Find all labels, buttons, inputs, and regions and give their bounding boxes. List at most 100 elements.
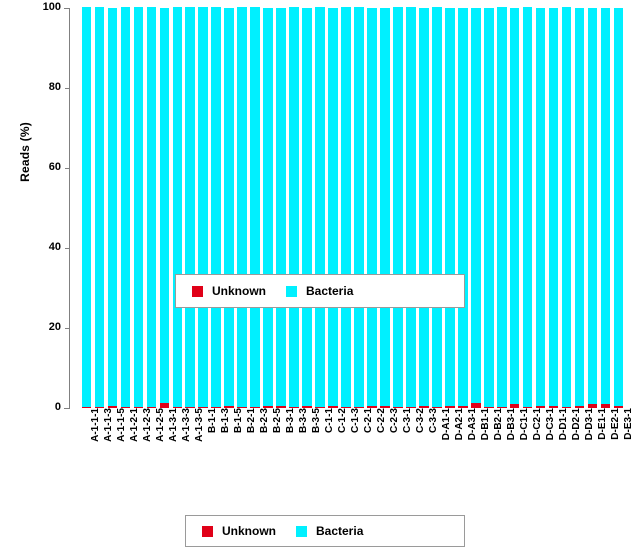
bar-segment-bacteria xyxy=(94,7,105,407)
y-axis-tick-mark xyxy=(65,407,70,409)
bar-segment-bacteria xyxy=(185,7,196,407)
bar-segment-bacteria xyxy=(587,8,598,404)
bar-column xyxy=(341,7,351,408)
bar-column xyxy=(94,7,105,408)
legend-swatch-bacteria xyxy=(286,285,297,297)
bar-column xyxy=(354,7,364,408)
x-axis-label: B-3-3 xyxy=(298,408,310,434)
legend-bottom: Unknown Bacteria xyxy=(185,515,465,547)
bar-segment-bacteria xyxy=(172,7,183,407)
legend-bottom-entry: Bacteria xyxy=(296,524,363,538)
x-axis-label: C-3-3 xyxy=(427,408,439,434)
x-axis-label: D-A3-1 xyxy=(466,408,478,441)
bar-segment-bacteria xyxy=(445,8,455,406)
x-axis-label: D-C3-1 xyxy=(544,408,556,441)
x-axis-label: B-1-1 xyxy=(207,408,219,434)
bar-column xyxy=(406,7,416,408)
bar-column xyxy=(237,7,247,408)
x-axis-labels: A-1-1-1 A-1-1-3 A-1-1-5 A-1-2-1 A-1-2-3 A-1-2… xyxy=(80,408,633,480)
x-axis-label: C-2-2 xyxy=(375,408,387,434)
bar-segment-bacteria xyxy=(561,7,572,407)
y-axis-tick-label: 80 xyxy=(48,81,61,93)
legend-inner-entry: Bacteria xyxy=(286,284,353,298)
bar-segment-bacteria xyxy=(341,7,351,407)
bar-segment-bacteria xyxy=(509,8,520,405)
bar-segment-bacteria xyxy=(224,8,235,406)
bar-segment-bacteria xyxy=(263,8,273,406)
x-axis-label: C-3-1 xyxy=(401,408,413,434)
bar-column xyxy=(198,7,209,408)
x-axis-label: B-3-1 xyxy=(285,408,297,434)
bar-column xyxy=(367,8,377,408)
y-axis-tick-label: 0 xyxy=(54,401,61,413)
bar-column xyxy=(276,8,286,408)
x-axis-label: D-A1-1 xyxy=(440,408,452,441)
bar-column xyxy=(535,8,546,408)
bar-column xyxy=(133,7,144,408)
x-axis-label: A-1-2-3 xyxy=(142,408,154,442)
bar-column xyxy=(470,8,481,408)
x-axis-label: D-C1-1 xyxy=(518,408,530,441)
bar-column xyxy=(419,8,429,408)
bar-column xyxy=(289,7,299,408)
x-axis-label: D-C2-1 xyxy=(531,408,543,441)
x-axis-label: D-B3-1 xyxy=(505,408,517,441)
bar-segment-bacteria xyxy=(120,7,131,407)
y-axis-tick-label: 100 xyxy=(42,1,61,13)
bar-segment-bacteria xyxy=(380,8,390,406)
bar-segment-bacteria xyxy=(535,8,546,406)
legend-bottom-entry: Unknown xyxy=(202,524,276,538)
bar-column xyxy=(263,8,273,408)
x-axis-label: C-2-1 xyxy=(362,408,374,434)
bar-column xyxy=(432,7,442,408)
x-axis-label: B-2-3 xyxy=(259,408,271,434)
y-axis-title: Reads (%) xyxy=(18,122,32,182)
bar-segment-bacteria xyxy=(302,8,312,406)
bar-segment-bacteria xyxy=(470,8,481,404)
x-axis-label: D-E1-1 xyxy=(596,408,608,440)
x-axis-label: D-B2-1 xyxy=(492,408,504,441)
x-axis-label: D-D3-1 xyxy=(583,408,595,441)
bar-segment-bacteria xyxy=(406,7,416,407)
legend-label: Bacteria xyxy=(306,284,354,298)
bar-column xyxy=(328,8,338,408)
bar-segment-bacteria xyxy=(393,7,403,407)
bar-segment-bacteria xyxy=(432,7,442,407)
bar-column xyxy=(172,7,183,408)
x-axis-label: D-A2-1 xyxy=(453,408,465,441)
bar-column xyxy=(613,8,624,408)
bar-column xyxy=(522,7,533,408)
bar-column xyxy=(457,8,468,408)
x-axis-label: B-1-3 xyxy=(220,408,232,434)
x-axis-label: A-1-2-5 xyxy=(155,408,167,442)
bar-segment-bacteria xyxy=(315,7,325,407)
bar-segment-bacteria xyxy=(250,7,260,407)
x-axis-label: A-1-1-5 xyxy=(116,408,128,442)
x-axis-label: C-1-1 xyxy=(324,408,336,434)
bar-column xyxy=(509,8,520,408)
bar-segment-bacteria xyxy=(107,8,118,406)
y-axis-tick-mark xyxy=(65,87,70,89)
y-axis-line xyxy=(69,8,70,408)
bar-segment-bacteria xyxy=(289,7,299,407)
x-axis-label: D-D1-1 xyxy=(557,408,569,441)
bar-column xyxy=(224,8,235,408)
bar-column xyxy=(81,7,92,408)
bar-segment-bacteria xyxy=(522,7,533,407)
x-axis-label: C-1-2 xyxy=(337,408,349,434)
bar-segment-bacteria xyxy=(600,8,611,405)
bar-segment-bacteria xyxy=(146,7,157,407)
x-axis-label: A-1-1-1 xyxy=(90,408,102,442)
x-axis-label: D-E3-1 xyxy=(622,408,634,440)
bar-column xyxy=(211,7,222,408)
x-axis-label: A-1-1-3 xyxy=(103,408,115,442)
bar-segment-bacteria xyxy=(613,8,624,406)
y-axis-tick-mark xyxy=(65,247,70,249)
bar-segment-bacteria xyxy=(237,7,247,407)
plot-area xyxy=(80,7,625,408)
bar-column xyxy=(185,7,196,408)
x-axis-label: D-D2-1 xyxy=(570,408,582,441)
bar-column xyxy=(548,8,559,408)
x-axis-label: A-1-2-1 xyxy=(129,408,141,442)
bar-column xyxy=(445,8,455,408)
